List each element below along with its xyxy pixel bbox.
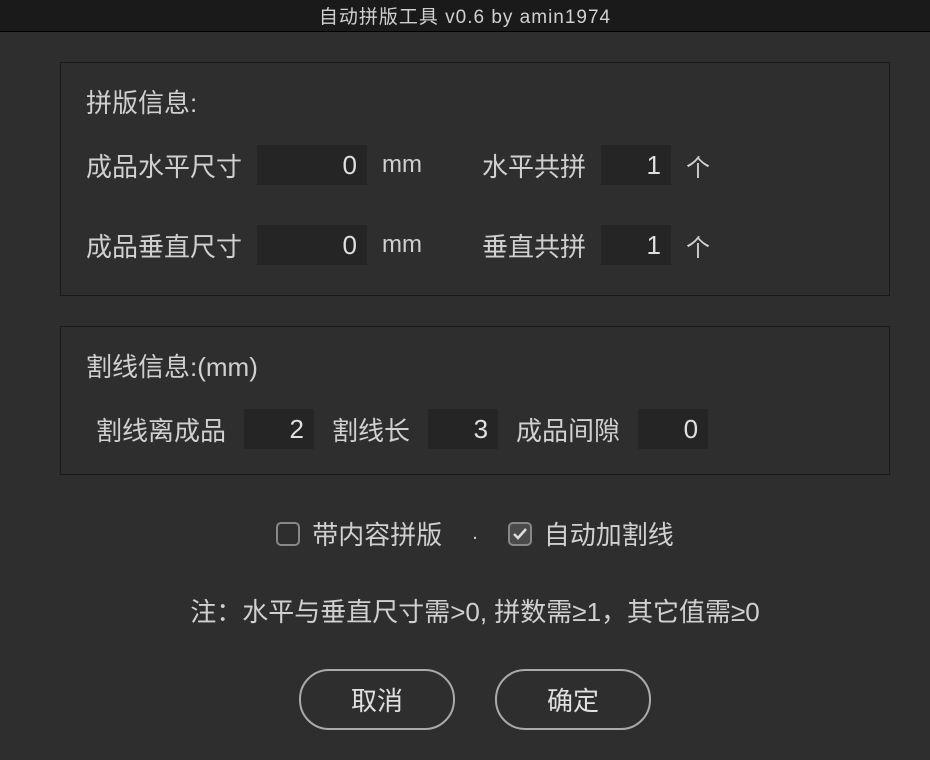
vert-size-input[interactable]: [257, 225, 367, 265]
horiz-size-input[interactable]: [257, 145, 367, 185]
auto-cutline-checkbox-container[interactable]: 自动加割线: [508, 515, 674, 552]
separator-dot: .: [472, 522, 478, 545]
checkbox-row: 带内容拼版 . 自动加割线: [60, 515, 890, 552]
cutline-info-group: 割线信息:(mm) 割线离成品 割线长 成品间隙: [60, 326, 890, 475]
with-content-label: 带内容拼版: [312, 515, 442, 552]
cutline-info-title: 割线信息:(mm): [86, 347, 864, 384]
horiz-count-input[interactable]: [601, 145, 671, 185]
layout-info-title: 拼版信息:: [86, 83, 864, 120]
with-content-checkbox[interactable]: [276, 522, 300, 546]
gap-input[interactable]: [638, 409, 708, 449]
vertical-row: 成品垂直尺寸 mm 垂直共拼 个: [86, 225, 864, 265]
cut-offset-input[interactable]: [244, 409, 314, 449]
horiz-count-label: 水平共拼: [482, 147, 586, 184]
vert-count-unit: 个: [686, 228, 710, 263]
gap-label: 成品间隙: [516, 411, 620, 448]
window-titlebar: 自动拼版工具 v0.6 by amin1974: [0, 0, 930, 32]
validation-note: 注：水平与垂直尺寸需>0, 拼数需≥1，其它值需≥0: [60, 592, 890, 629]
button-row: 取消 确定: [60, 669, 890, 730]
horiz-size-label: 成品水平尺寸: [86, 147, 242, 184]
window-title: 自动拼版工具 v0.6 by amin1974: [319, 2, 611, 29]
vert-size-label: 成品垂直尺寸: [86, 227, 242, 264]
cut-length-input[interactable]: [428, 409, 498, 449]
check-icon: [512, 526, 528, 542]
vert-count-label: 垂直共拼: [482, 227, 586, 264]
cutline-row: 割线离成品 割线长 成品间隙: [86, 409, 864, 449]
vert-count-input[interactable]: [601, 225, 671, 265]
layout-info-group: 拼版信息: 成品水平尺寸 mm 水平共拼 个 成品垂直尺寸 mm 垂直共拼 个: [60, 62, 890, 296]
horiz-count-unit: 个: [686, 148, 710, 183]
cut-offset-label: 割线离成品: [96, 411, 226, 448]
dialog-content: 拼版信息: 成品水平尺寸 mm 水平共拼 个 成品垂直尺寸 mm 垂直共拼 个 …: [0, 32, 930, 760]
auto-cutline-checkbox[interactable]: [508, 522, 532, 546]
vert-size-unit: mm: [382, 231, 422, 259]
with-content-checkbox-container[interactable]: 带内容拼版: [276, 515, 442, 552]
cut-length-label: 割线长: [332, 411, 410, 448]
cancel-button[interactable]: 取消: [299, 669, 455, 730]
ok-button[interactable]: 确定: [495, 669, 651, 730]
horiz-size-unit: mm: [382, 151, 422, 179]
horizontal-row: 成品水平尺寸 mm 水平共拼 个: [86, 145, 864, 185]
auto-cutline-label: 自动加割线: [544, 515, 674, 552]
